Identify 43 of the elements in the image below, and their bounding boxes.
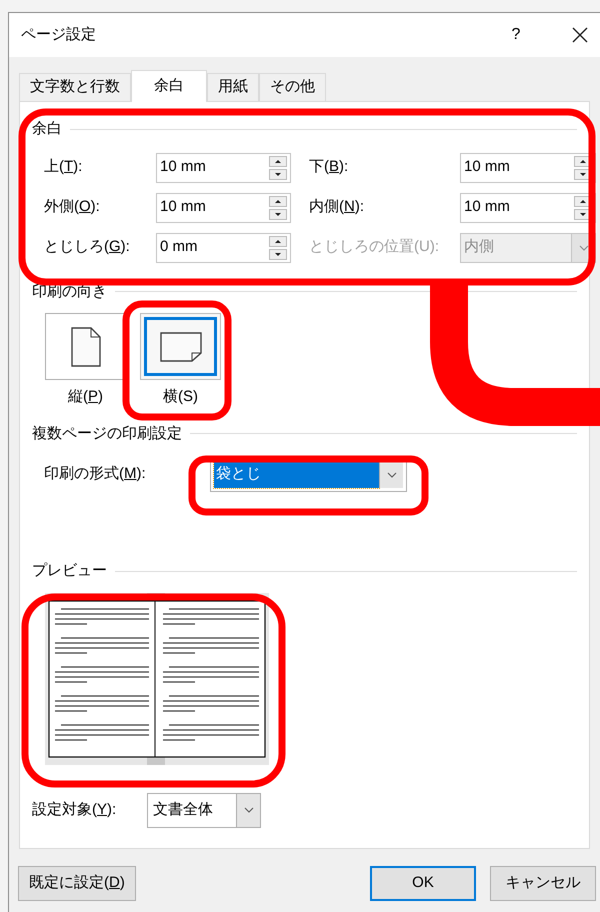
field-label: 設定対象(Y):	[32, 800, 118, 820]
field-label: 上(T):	[44, 157, 84, 178]
chevron-down-icon	[578, 244, 588, 250]
field-label: 内側(N):	[308, 197, 366, 218]
spin-down-icon[interactable]	[269, 168, 287, 180]
tab[interactable]: その他	[259, 73, 326, 101]
dialog-button[interactable]: OK	[370, 866, 476, 901]
spin-up-icon[interactable]	[269, 196, 287, 206]
chevron-down-icon	[244, 807, 254, 813]
field-label: 印刷の形式(M):	[44, 464, 147, 484]
field-label: 下(B):	[308, 157, 350, 178]
help-button[interactable]: ?	[496, 20, 536, 50]
dialog-button[interactable]: キャンセル	[490, 866, 596, 901]
tab[interactable]: 余白	[131, 70, 207, 102]
field-label: 外側(O):	[44, 197, 101, 218]
orientation-button[interactable]	[45, 313, 126, 380]
spin-field[interactable]: 10 mm	[156, 152, 291, 182]
dialog-button[interactable]: 既定に設定(D)	[18, 866, 136, 901]
spin-field[interactable]: 0 mm	[156, 232, 291, 262]
field-label: とじしろの位置(U):	[308, 237, 440, 258]
option-label: 横(S)	[163, 387, 198, 407]
apply-to-dropdown[interactable]: 文書全体	[147, 792, 261, 828]
field-label: とじしろ(G):	[44, 237, 131, 258]
spin-down-icon[interactable]	[269, 248, 287, 260]
spin-field[interactable]: 10 mm	[460, 192, 596, 222]
section-heading: プレビュー	[32, 561, 107, 581]
section-heading: 複数ページの印刷設定	[32, 424, 182, 444]
option-label: 縦(P)	[68, 387, 103, 407]
spin-up-icon[interactable]	[269, 236, 287, 246]
close-icon	[572, 27, 588, 43]
window-title: ページ設定	[21, 24, 96, 45]
page-icon	[70, 326, 100, 366]
spin-field[interactable]: 10 mm	[460, 152, 596, 182]
dropdown-value: 袋とじ	[214, 461, 379, 488]
orientation-button[interactable]	[140, 313, 221, 380]
chevron-down-icon	[386, 472, 396, 478]
spin-down-icon[interactable]	[269, 208, 287, 220]
tab[interactable]: 用紙	[207, 73, 259, 101]
section-heading: 余白	[32, 119, 62, 139]
spin-up-icon[interactable]	[269, 156, 287, 166]
tab[interactable]: 文字数と行数	[19, 73, 131, 101]
page-icon	[160, 332, 202, 362]
spin-field[interactable]: 10 mm	[156, 192, 291, 222]
